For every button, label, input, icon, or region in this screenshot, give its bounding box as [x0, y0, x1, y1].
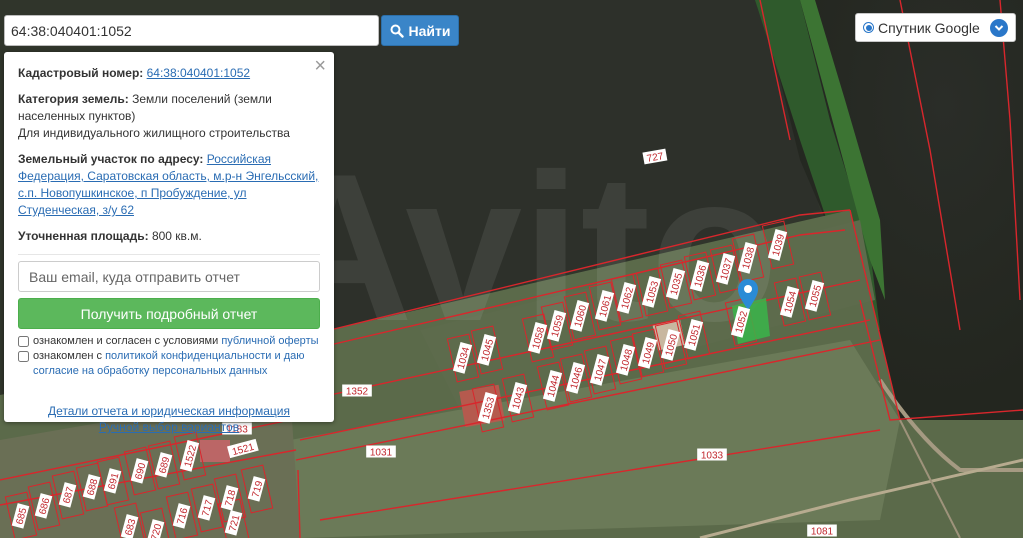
- privacy-consent-text: ознакомлен с: [33, 350, 103, 362]
- public-offer-link[interactable]: публичной оферты: [221, 335, 318, 347]
- manual-selection-link[interactable]: Ручной выбор вариантов: [18, 419, 320, 435]
- parcel-info-panel: × Кадастровый номер: 64:38:040401:1052 К…: [4, 52, 334, 434]
- cadastral-number-link[interactable]: 64:38:040401:1052: [147, 66, 250, 80]
- offer-consent-checkbox[interactable]: [18, 336, 29, 347]
- address-row: Земельный участок по адресу: Российская …: [18, 151, 320, 219]
- radio-selected-icon: [863, 22, 874, 33]
- close-icon[interactable]: ×: [314, 56, 326, 76]
- search-button-label: Найти: [408, 22, 451, 39]
- map-layer-label: Спутник Google: [878, 19, 980, 36]
- privacy-consent-checkbox-row[interactable]: ознакомлен с политикой конфиденциальност…: [18, 349, 320, 379]
- parcel-number: 1033: [701, 451, 724, 462]
- cadastral-row: Кадастровый номер: 64:38:040401:1052: [18, 65, 320, 82]
- email-field[interactable]: [18, 261, 320, 292]
- report-details-link[interactable]: Детали отчета и юридическая информация: [18, 403, 320, 419]
- offer-consent-checkbox-row[interactable]: ознакомлен и согласен с условиями публич…: [18, 334, 320, 349]
- get-report-button[interactable]: Получить подробный отчет: [18, 298, 320, 329]
- parcel-number: 1031: [370, 448, 393, 459]
- parcel-label-1031[interactable]: 1031: [366, 445, 396, 459]
- privacy-consent-checkbox[interactable]: [18, 351, 29, 362]
- divider: [18, 254, 320, 255]
- area-value: 800 кв.м.: [151, 229, 202, 243]
- category-label: Категория земель:: [18, 92, 129, 106]
- parcel-number: 1081: [811, 527, 834, 538]
- parcel-number: 1352: [346, 387, 369, 398]
- parcel-label-1352[interactable]: 1352: [342, 384, 372, 398]
- search-icon: [390, 24, 404, 38]
- parcel-label-1033[interactable]: 1033: [697, 448, 727, 462]
- panel-footer-links: Детали отчета и юридическая информация Р…: [18, 403, 320, 435]
- permitted-use-value: Для индивидуального жилищного строительс…: [18, 126, 290, 140]
- cadastral-label: Кадастровый номер:: [18, 66, 144, 80]
- category-row: Категория земель: Земли поселений (земли…: [18, 91, 320, 142]
- chevron-down-icon: [990, 18, 1008, 37]
- parcel-label-1081[interactable]: 1081: [807, 524, 837, 538]
- area-label: Уточненная площадь:: [18, 229, 149, 243]
- search-button[interactable]: Найти: [381, 15, 459, 46]
- search-input[interactable]: [4, 15, 379, 46]
- map-layer-select[interactable]: Спутник Google: [855, 13, 1016, 42]
- offer-consent-text: ознакомлен и согласен с условиями: [33, 335, 219, 347]
- address-label: Земельный участок по адресу:: [18, 152, 204, 166]
- area-row: Уточненная площадь: 800 кв.м.: [18, 228, 320, 245]
